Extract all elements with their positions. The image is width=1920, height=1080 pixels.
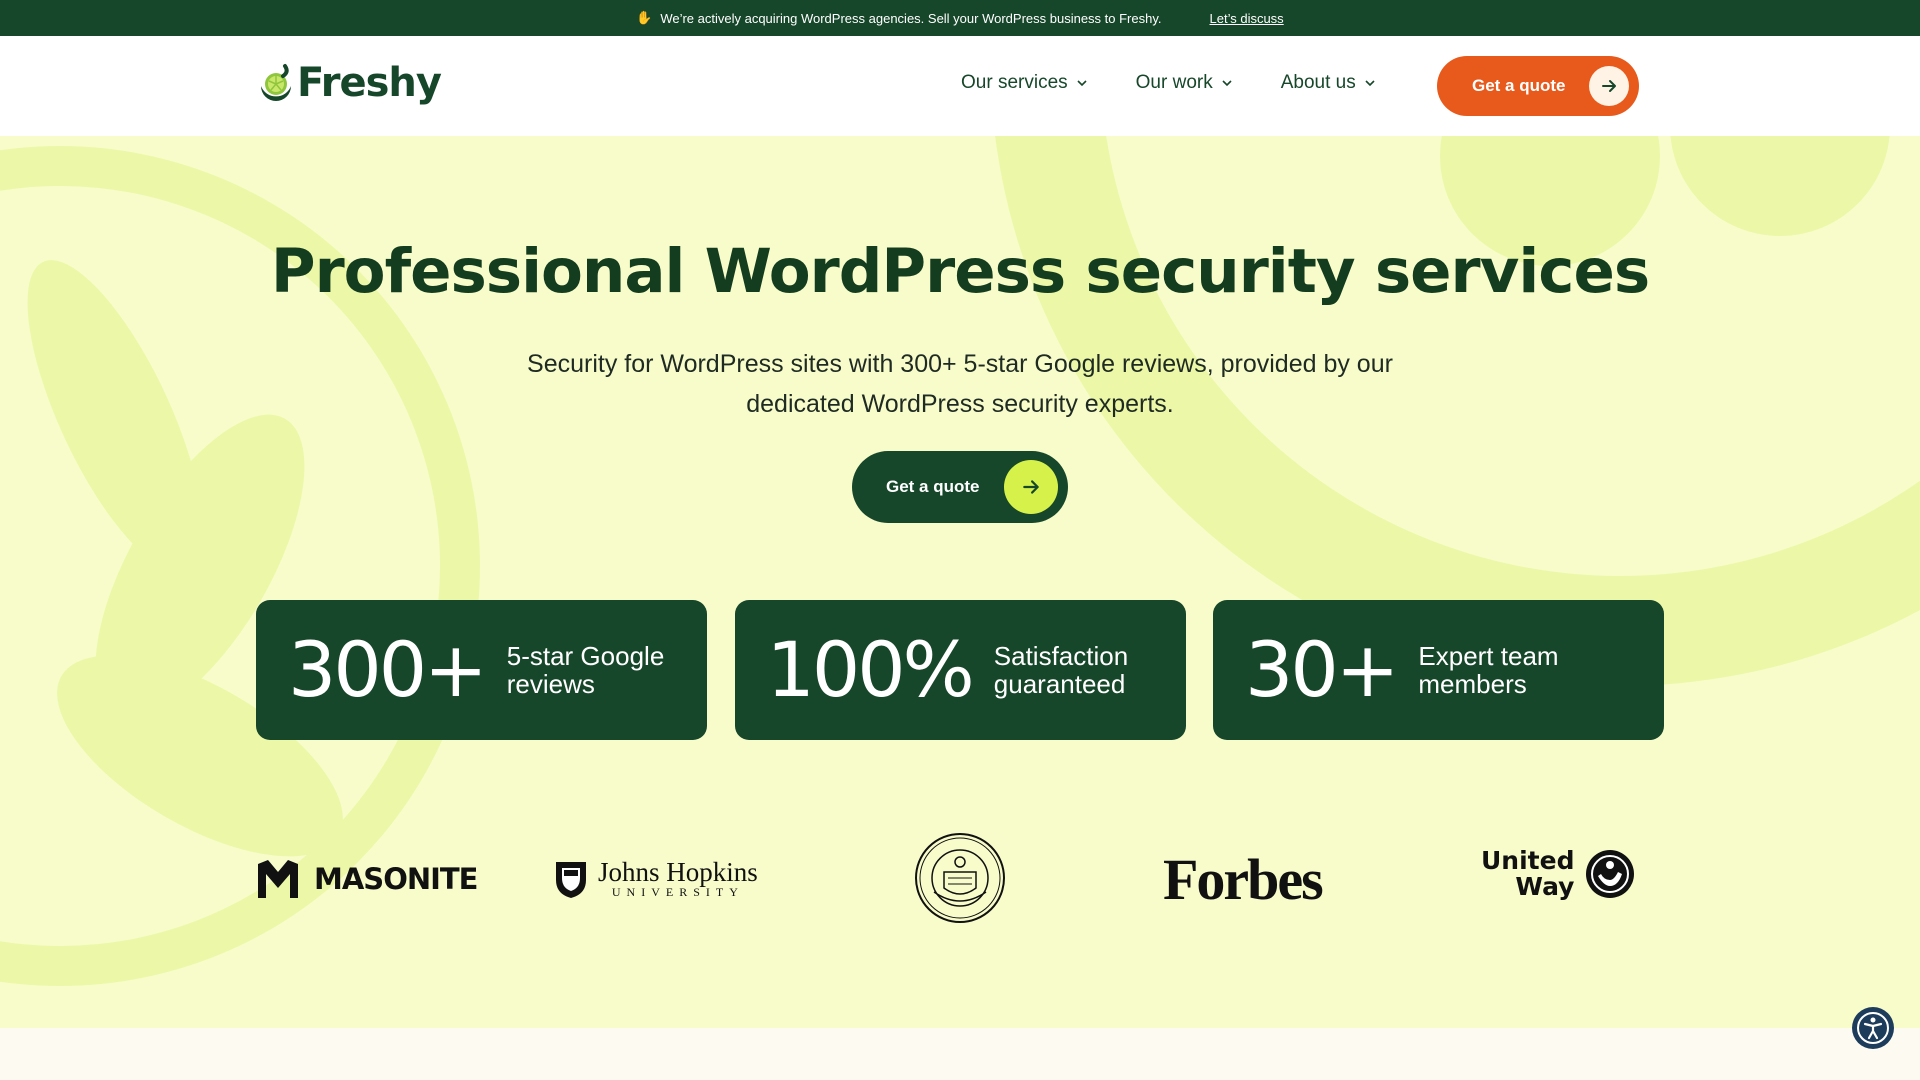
uw-line: United [1481,846,1575,875]
chevron-down-icon [1365,80,1375,87]
stat-card: 300+ 5-star Google reviews [256,600,707,740]
cta-label: Get a quote [886,477,980,496]
stat-value: 300+ [288,625,488,714]
stat-label: Expert team members [1418,641,1559,699]
jhu-subname: UNIVERSITY [611,885,744,899]
united-way-hand-icon [1586,850,1635,898]
nav-label: About us [1280,72,1356,93]
state-seal-icon [915,833,1005,923]
main-nav: Our services Our work About us [961,72,1424,94]
hero-subtitle: Security for WordPress sites with 300+ 5… [460,344,1460,424]
forbes-logo: Forbes [1163,847,1324,912]
get-quote-button-header[interactable]: Get a quote [1437,56,1639,116]
arrow-right-icon [1004,460,1058,514]
jhu-name: Johns Hopkins [598,857,758,887]
cta-label: Get a quote [1472,76,1566,95]
next-section-edge [0,1028,1920,1080]
jhu-shield-icon [556,862,586,898]
accessibility-button[interactable] [1852,1007,1894,1049]
pennsylvania-seal-logo [914,832,1006,924]
page-title: Professional WordPress security services [270,236,1650,307]
stat-label: 5-star Google reviews [506,641,665,699]
hero-subtitle-line: dedicated WordPress security experts. [746,390,1174,418]
accessibility-icon [1857,1012,1889,1044]
stat-card: 30+ Expert team members [1213,600,1664,740]
masonite-logo: MASONITE [256,858,478,900]
united-way-logo: United Way [1481,848,1636,900]
get-quote-button-hero[interactable]: Get a quote [852,451,1068,523]
nav-our-work[interactable]: Our work [1136,72,1233,94]
masonite-mark-icon [258,860,298,898]
stat-card: 100% Satisfaction guaranteed [734,600,1186,740]
stat-label: Satisfaction guaranteed [993,641,1129,699]
chevron-down-icon [1222,80,1232,87]
handshake-icon: ✋ [636,10,653,25]
announcement-link[interactable]: Let’s discuss [1210,11,1284,26]
johns-hopkins-logo: Johns Hopkins UNIVERSITY [552,858,758,900]
uw-line: Way [1515,872,1575,901]
nav-label: Our services [961,72,1068,93]
client-logos: MASONITE Johns Hopkins UNIVERSITY Forbes… [256,826,1664,936]
masonite-wordmark: MASONITE [314,862,478,896]
logo-text: Freshy [297,60,442,106]
announcement-text: We’re actively acquiring WordPress agenc… [660,10,1162,26]
hero-section: Professional WordPress security services… [0,136,1920,1028]
logo[interactable]: Freshy [255,60,442,106]
site-header: Freshy Our services Our work About us Ge… [0,36,1920,136]
nav-label: Our work [1135,72,1213,93]
chevron-down-icon [1077,80,1087,87]
announcement-bar: ✋ We’re actively acquiring WordPress age… [0,0,1920,36]
arrow-right-icon [1589,66,1629,106]
lime-logo-icon [255,62,297,104]
stat-value: 100% [766,625,975,714]
nav-our-services[interactable]: Our services [961,72,1088,94]
hero-subtitle-line: Security for WordPress sites with 300+ 5… [527,350,1393,378]
nav-about-us[interactable]: About us [1281,72,1376,94]
stats-row: 300+ 5-star Google reviews 100% Satisfac… [256,600,1664,740]
stat-value: 30+ [1245,625,1399,714]
